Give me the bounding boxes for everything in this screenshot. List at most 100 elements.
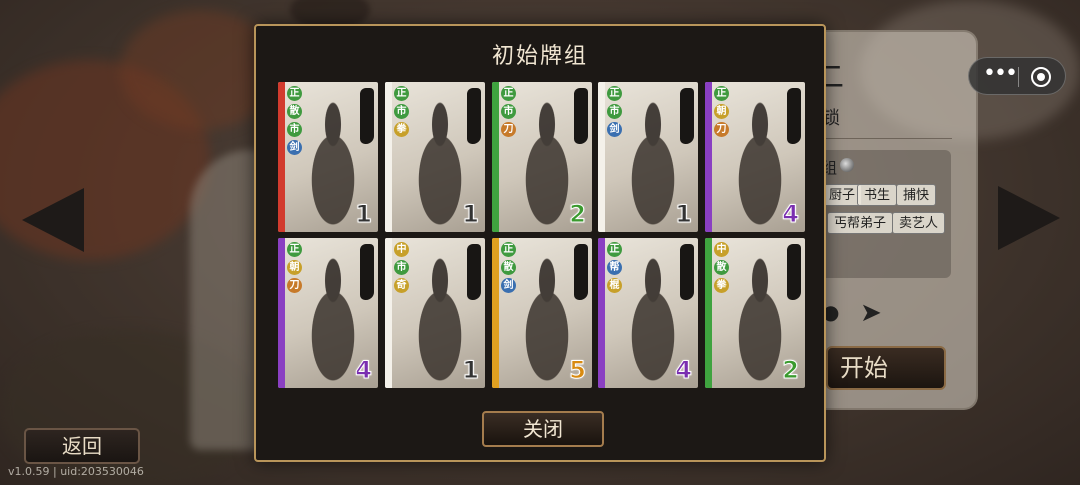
card-ink-seal — [467, 88, 481, 144]
card-cost: 4 — [675, 356, 693, 385]
starting-deck-modal: 初始牌组 正散市剑1正市拳1正市刀2正市剑1正朝刀4正朝刀4中市奇1正散剑5正帮… — [254, 24, 826, 462]
card-badge: 市 — [394, 104, 409, 119]
card-badge: 正 — [607, 86, 622, 101]
card-badge: 正 — [501, 242, 516, 257]
card-ink-seal — [574, 244, 588, 300]
card-badge: 拳 — [394, 122, 409, 137]
capsule-divider — [1018, 67, 1019, 87]
card-cost: 4 — [355, 356, 373, 385]
card-cost: 4 — [782, 200, 800, 229]
deck-card[interactable]: 正市剑 1 — [598, 82, 698, 232]
card-badges: 正市拳 — [394, 86, 410, 140]
card-cost: 2 — [782, 356, 800, 385]
deck-card[interactable]: 正帮棍 4 — [598, 238, 698, 388]
card-badge: 散 — [714, 260, 729, 275]
info-divider — [822, 138, 952, 139]
card-badge: 棍 — [607, 278, 622, 293]
deck-card[interactable]: 正朝刀 4 — [278, 238, 378, 388]
card-badge: 市 — [287, 122, 302, 137]
card-rarity-stripe — [598, 238, 605, 388]
more-dots-icon[interactable]: ••• — [983, 63, 1018, 87]
mini-program-capsule: ••• — [968, 57, 1066, 95]
tag-beggar-disciple[interactable]: 丐帮弟子 — [827, 212, 894, 234]
card-ink-seal — [467, 244, 481, 300]
card-badge: 刀 — [714, 122, 729, 137]
card-badges: 正朝刀 — [287, 242, 303, 296]
card-badge: 正 — [287, 242, 302, 257]
deck-card[interactable]: 正散剑 5 — [492, 238, 592, 388]
card-badge: 刀 — [287, 278, 302, 293]
card-badge: 散 — [287, 104, 302, 119]
card-ink-seal — [360, 244, 374, 300]
card-badges: 正散剑 — [501, 242, 517, 296]
card-badge: 正 — [287, 86, 302, 101]
card-badge: 中 — [394, 242, 409, 257]
card-ink-seal — [787, 88, 801, 144]
card-cost: 2 — [569, 200, 587, 229]
card-badge: 正 — [607, 242, 622, 257]
card-cost: 1 — [462, 200, 480, 229]
back-button[interactable]: 返回 — [24, 428, 140, 464]
card-badge: 朝 — [287, 260, 302, 275]
deck-card[interactable]: 正朝刀 4 — [705, 82, 805, 232]
card-rarity-stripe — [385, 82, 392, 232]
tag-chef[interactable]: 厨子 — [822, 184, 863, 206]
card-rarity-stripe — [598, 82, 605, 232]
card-rarity-stripe — [705, 238, 712, 388]
card-badges: 中散拳 — [714, 242, 730, 296]
card-ink-seal — [787, 244, 801, 300]
card-badge: 散 — [501, 260, 516, 275]
card-cost: 5 — [569, 356, 587, 385]
card-ink-seal — [680, 244, 694, 300]
start-button[interactable]: 开始 — [826, 346, 946, 390]
card-cost: 1 — [355, 200, 373, 229]
chevron-right-icon[interactable] — [998, 186, 1060, 250]
card-badge: 正 — [714, 86, 729, 101]
card-rarity-stripe — [705, 82, 712, 232]
target-close-icon[interactable] — [1031, 67, 1051, 87]
deck-card[interactable]: 中市奇 1 — [385, 238, 485, 388]
version-label: v1.0.59 | uid:203530046 — [8, 465, 144, 478]
tag-constable[interactable]: 捕快 — [896, 184, 937, 206]
card-badge: 帮 — [607, 260, 622, 275]
card-badge: 中 — [714, 242, 729, 257]
card-badge: 奇 — [394, 278, 409, 293]
card-badges: 中市奇 — [394, 242, 410, 296]
card-ink-seal — [574, 88, 588, 144]
card-badge: 剑 — [607, 122, 622, 137]
card-rarity-stripe — [492, 238, 499, 388]
card-badge: 市 — [501, 104, 516, 119]
card-rarity-stripe — [278, 238, 285, 388]
card-badge: 市 — [394, 260, 409, 275]
card-badge: 朝 — [714, 104, 729, 119]
card-badge: 市 — [607, 104, 622, 119]
card-badge: 剑 — [501, 278, 516, 293]
card-cost: 1 — [675, 200, 693, 229]
card-badges: 正市剑 — [607, 86, 623, 140]
card-badge: 剑 — [287, 140, 302, 155]
card-badges: 正帮棍 — [607, 242, 623, 296]
tag-performer[interactable]: 卖艺人 — [892, 212, 946, 234]
card-rarity-stripe — [385, 238, 392, 388]
orb-icon — [840, 158, 854, 172]
close-button[interactable]: 关闭 — [482, 411, 604, 447]
card-rarity-stripe — [278, 82, 285, 232]
deck-card[interactable]: 正散市剑 1 — [278, 82, 378, 232]
chevron-left-icon[interactable] — [22, 188, 84, 252]
card-badge: 拳 — [714, 278, 729, 293]
deck-card[interactable]: 正市刀 2 — [492, 82, 592, 232]
card-cost: 1 — [462, 356, 480, 385]
card-badges: 正市刀 — [501, 86, 517, 140]
card-badges: 正散市剑 — [287, 86, 303, 158]
deck-card[interactable]: 正市拳 1 — [385, 82, 485, 232]
card-badge: 正 — [394, 86, 409, 101]
card-badges: 正朝刀 — [714, 86, 730, 140]
card-ink-seal — [360, 88, 374, 144]
card-ink-seal — [680, 88, 694, 144]
card-rarity-stripe — [492, 82, 499, 232]
next-small-icon[interactable]: ➤ — [860, 298, 882, 328]
deck-card[interactable]: 中散拳 2 — [705, 238, 805, 388]
card-badge: 正 — [501, 86, 516, 101]
modal-title: 初始牌组 — [491, 44, 588, 69]
tag-scholar[interactable]: 书生 — [857, 184, 898, 206]
